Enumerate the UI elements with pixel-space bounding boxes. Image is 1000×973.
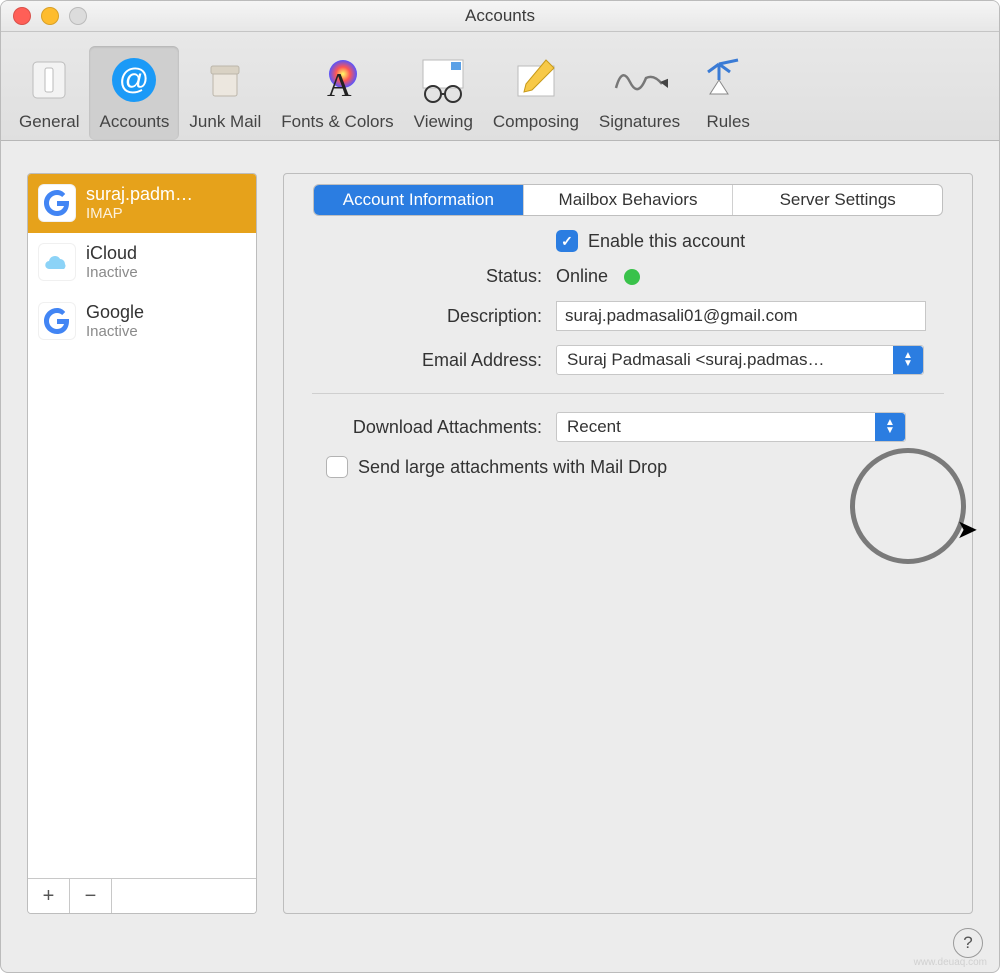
account-name: Google (86, 302, 144, 323)
mail-drop-label: Send large attachments with Mail Drop (358, 457, 667, 478)
titlebar: Accounts (1, 1, 999, 32)
toolbar-item-label: Fonts & Colors (281, 112, 393, 132)
toolbar-item-general[interactable]: General (9, 46, 89, 140)
google-icon (38, 302, 76, 340)
svg-text:A: A (327, 67, 352, 104)
toolbar: General @ Accounts Junk Mail A Fonts & C… (1, 32, 999, 141)
email-label: Email Address: (312, 350, 542, 371)
watermark: www.deuaq.com (914, 957, 987, 968)
sidebar-footer-spacer (112, 879, 256, 913)
account-name: suraj.padm… (86, 184, 193, 205)
toolbar-item-label: Accounts (99, 112, 169, 132)
chevron-up-down-icon: ▲▼ (893, 346, 923, 374)
enable-account-checkbox[interactable] (556, 230, 578, 252)
enable-account-label: Enable this account (588, 231, 745, 252)
description-input[interactable] (556, 301, 926, 331)
download-label: Download Attachments: (312, 417, 542, 438)
toolbar-item-signatures[interactable]: Signatures (589, 46, 690, 140)
toolbar-item-label: Junk Mail (189, 112, 261, 132)
window-controls (13, 7, 87, 25)
account-sub: Inactive (86, 264, 138, 281)
toolbar-item-label: Signatures (599, 112, 680, 132)
toolbar-item-viewing[interactable]: Viewing (404, 46, 483, 140)
account-info-form: Enable this account Status: Online Descr… (284, 230, 972, 478)
description-label: Description: (312, 306, 542, 327)
rules-icon (700, 52, 756, 108)
mail-drop-checkbox[interactable] (326, 456, 348, 478)
pencil-icon (508, 52, 564, 108)
help-button[interactable]: ? (953, 928, 983, 958)
toolbar-item-label: General (19, 112, 79, 132)
preferences-window: Accounts General @ Accounts Junk Mail A … (0, 0, 1000, 973)
remove-account-button[interactable]: − (70, 879, 112, 913)
toolbar-item-accounts[interactable]: @ Accounts (89, 46, 179, 140)
toolbar-item-composing[interactable]: Composing (483, 46, 589, 140)
window-title: Accounts (465, 6, 535, 26)
toolbar-item-label: Composing (493, 112, 579, 132)
main-panel: Account Information Mailbox Behaviors Se… (283, 173, 973, 914)
tab-account-information[interactable]: Account Information (314, 185, 524, 215)
status-label: Status: (312, 266, 542, 287)
cursor-icon: ➤ (956, 514, 978, 545)
at-icon: @ (106, 52, 162, 108)
zoom-icon[interactable] (69, 7, 87, 25)
toolbar-item-label: Rules (706, 112, 749, 132)
tab-bar: Account Information Mailbox Behaviors Se… (313, 184, 943, 216)
accounts-sidebar: suraj.padm… IMAP iCloud Inactive (27, 173, 257, 914)
add-account-button[interactable]: + (28, 879, 70, 913)
account-row[interactable]: Google Inactive (28, 292, 256, 351)
signature-icon (612, 52, 668, 108)
glasses-icon (415, 52, 471, 108)
minimize-icon[interactable] (41, 7, 59, 25)
fonts-icon: A (309, 52, 365, 108)
content-area: suraj.padm… IMAP iCloud Inactive (1, 141, 999, 934)
accounts-list: suraj.padm… IMAP iCloud Inactive (28, 174, 256, 878)
icloud-icon (38, 243, 76, 281)
divider (312, 393, 944, 394)
close-icon[interactable] (13, 7, 31, 25)
toolbar-item-label: Viewing (414, 112, 473, 132)
svg-text:@: @ (119, 63, 149, 96)
status-value: Online (556, 266, 608, 287)
account-row[interactable]: iCloud Inactive (28, 233, 256, 292)
account-name: iCloud (86, 243, 138, 264)
email-address-select[interactable]: Suraj Padmasali <suraj.padmas… ▲▼ (556, 345, 924, 375)
email-address-value: Suraj Padmasali <suraj.padmas… (567, 350, 824, 370)
toolbar-item-fonts[interactable]: A Fonts & Colors (271, 46, 403, 140)
account-sub: IMAP (86, 205, 193, 222)
download-attachments-select[interactable]: Recent ▲▼ (556, 412, 906, 442)
toolbar-item-rules[interactable]: Rules (690, 46, 766, 140)
account-row[interactable]: suraj.padm… IMAP (28, 174, 256, 233)
download-attachments-value: Recent (567, 417, 621, 437)
switch-icon (21, 52, 77, 108)
google-icon (38, 184, 76, 222)
chevron-up-down-icon: ▲▼ (875, 413, 905, 441)
tab-server-settings[interactable]: Server Settings (733, 185, 942, 215)
tab-mailbox-behaviors[interactable]: Mailbox Behaviors (524, 185, 734, 215)
trash-icon (197, 52, 253, 108)
account-sub: Inactive (86, 323, 144, 340)
toolbar-item-junk[interactable]: Junk Mail (179, 46, 271, 140)
sidebar-footer: + − (28, 878, 256, 913)
status-indicator-icon (624, 269, 640, 285)
